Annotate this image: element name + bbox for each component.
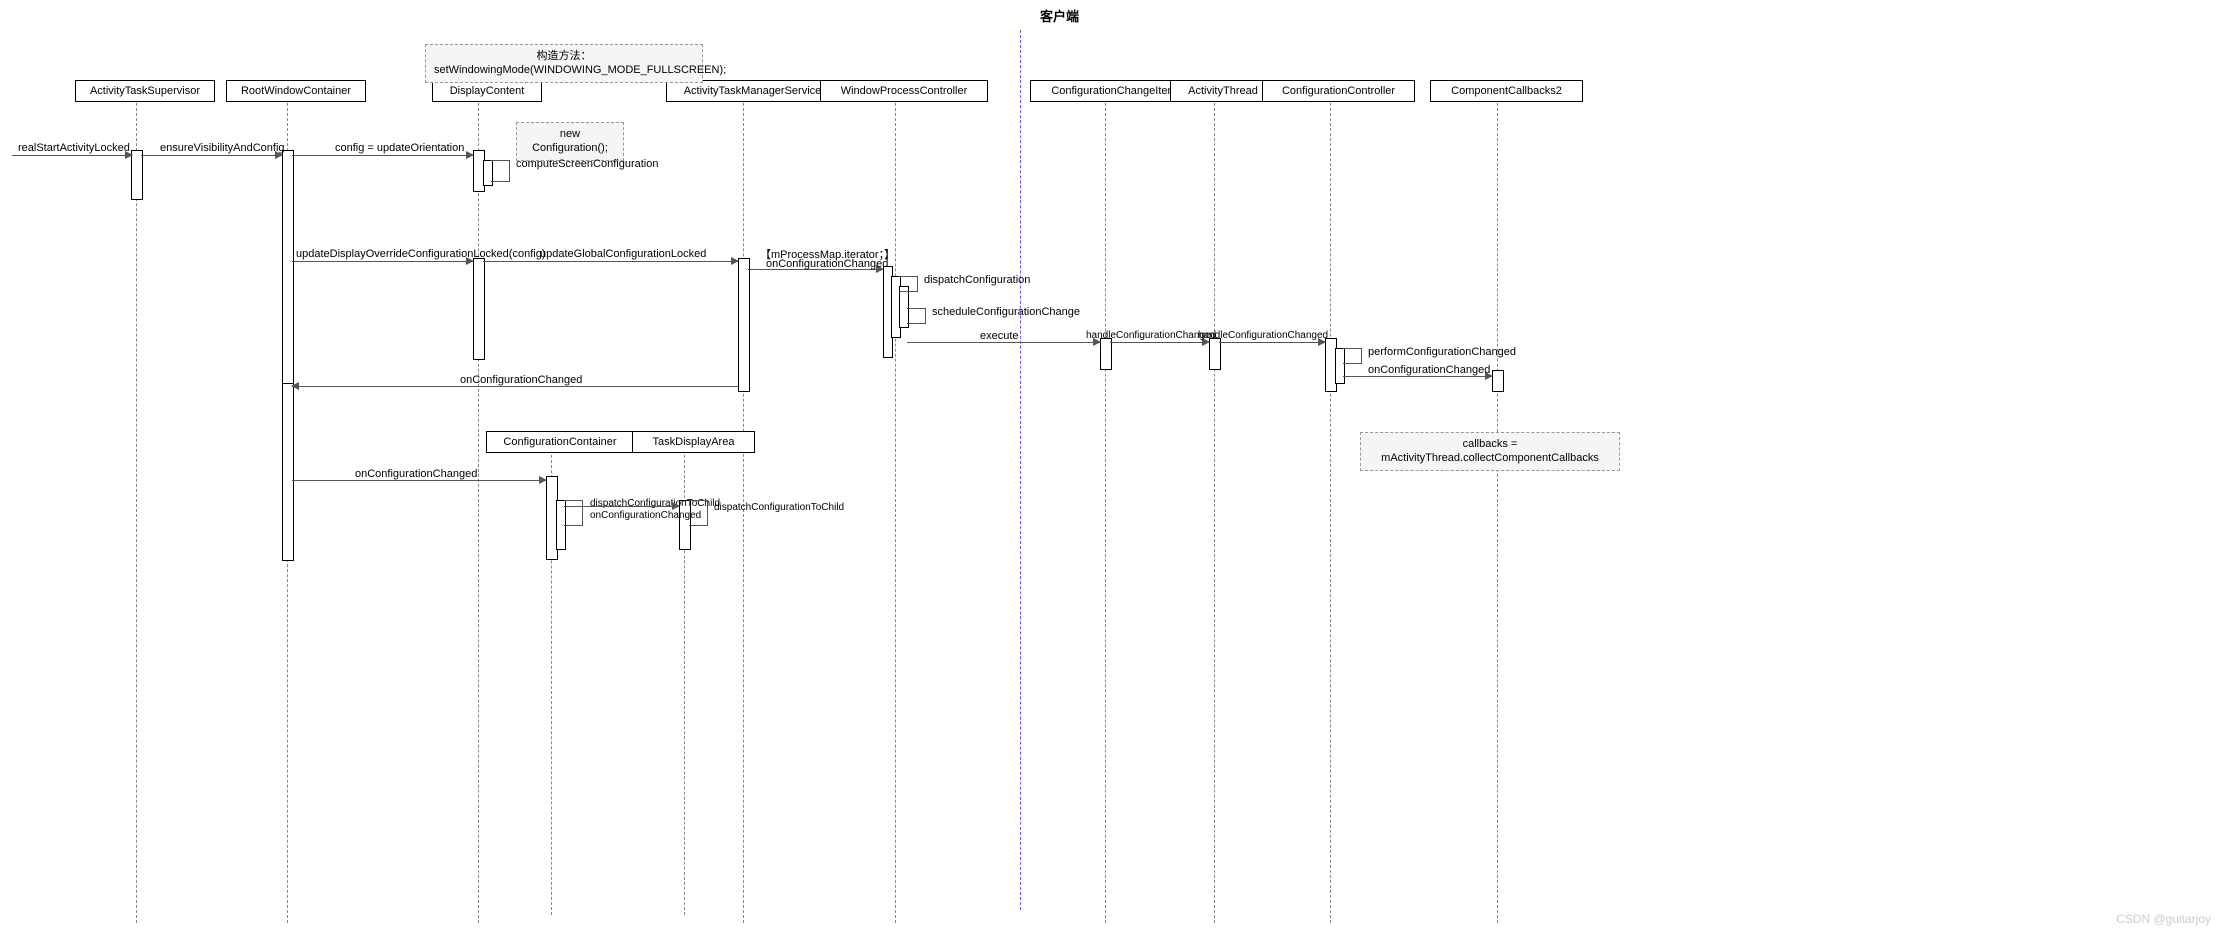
lifeline-dc: DisplayContent <box>432 80 542 102</box>
label-m12: handleConfigurationChanged <box>1198 330 1328 341</box>
label-m7b: onConfigurationChanged <box>766 258 888 270</box>
label-m9: scheduleConfigurationChange <box>932 306 1080 318</box>
note-newcfg: new Configuration(); <box>516 122 624 161</box>
lifeline-rwc: RootWindowContainer <box>226 80 366 102</box>
arrow-m15 <box>292 386 738 387</box>
arrow-m10 <box>907 342 1100 343</box>
label-m5: updateDisplayOverrideConfigurationLocked… <box>296 248 545 260</box>
lifeline-tda: TaskDisplayArea <box>632 431 755 453</box>
note-cb-l2: mActivityThread.collectComponentCallback… <box>1369 451 1611 465</box>
arrow-m5 <box>292 261 473 262</box>
lifeline-stem-at <box>1214 103 1215 923</box>
label-m18: onConfigurationChanged <box>590 510 701 521</box>
note-ctor-l1: 构造方法： <box>434 49 694 63</box>
arrow-m2 <box>141 155 282 156</box>
label-m2: ensureVisibilityAndConfig <box>160 142 285 154</box>
lifeline-stem-cc <box>1330 103 1331 923</box>
lifeline-cfgc: ConfigurationContainer <box>486 431 634 453</box>
arrow-m8 <box>899 276 918 292</box>
lifeline-cc: ConfigurationController <box>1262 80 1415 102</box>
lifeline-atms: ActivityTaskManagerService <box>666 80 839 102</box>
lifeline-stem-cb2 <box>1497 103 1498 923</box>
lifeline-stem-ats <box>136 103 137 923</box>
label-m11: handleConfigurationChanged <box>1086 330 1216 341</box>
act-cb2 <box>1492 370 1504 392</box>
arrow-m3 <box>292 155 473 156</box>
arrow-m19 <box>689 500 708 526</box>
watermark: CSDN @guitarjoy <box>2116 912 2211 926</box>
arrow-m17 <box>564 500 583 526</box>
arrow-m13 <box>1343 348 1362 364</box>
label-m1: realStartActivityLocked <box>18 142 130 154</box>
client-section-label: 客户端 <box>1040 6 1079 25</box>
label-m3: config = updateOrientation <box>335 142 464 154</box>
arrow-m19-line <box>564 506 679 507</box>
arrow-m12 <box>1219 342 1325 343</box>
lifeline-wpc: WindowProcessController <box>820 80 988 102</box>
lifeline-stem-cci <box>1105 103 1106 923</box>
lifeline-stem-wpc <box>895 103 896 923</box>
act-rwc-1 <box>282 150 294 412</box>
note-newcfg-l2: Configuration(); <box>525 141 615 155</box>
label-m10: execute <box>980 330 1019 342</box>
act-dc-2 <box>473 258 485 360</box>
note-callbacks: callbacks = mActivityThread.collectCompo… <box>1360 432 1620 471</box>
note-cb-l1: callbacks = <box>1369 437 1611 451</box>
arrow-m14 <box>1343 376 1492 377</box>
label-m8: dispatchConfiguration <box>924 274 1030 286</box>
lifeline-stem-dc <box>478 103 479 923</box>
arrow-m4 <box>491 160 510 182</box>
note-ctor: 构造方法： setWindowingMode(WINDOWING_MODE_FU… <box>425 44 703 83</box>
label-m4: computeScreenConfiguration <box>516 158 658 170</box>
arrow-m1 <box>12 155 132 156</box>
label-m13: performConfigurationChanged <box>1368 346 1516 358</box>
arrow-m9 <box>907 308 926 324</box>
lifeline-cb2: ComponentCallbacks2 <box>1430 80 1583 102</box>
lifeline-stem-atms <box>743 103 744 923</box>
arrow-m11 <box>1110 342 1209 343</box>
label-m15: onConfigurationChanged <box>460 374 582 386</box>
arrow-m6 <box>483 261 738 262</box>
client-boundary <box>1020 30 1021 910</box>
act-rwc-2 <box>282 383 294 561</box>
sequence-diagram: 客户端 ActivityTaskSupervisor RootWindowCon… <box>0 0 2223 934</box>
act-atms <box>738 258 750 392</box>
note-ctor-l2: setWindowingMode(WINDOWING_MODE_FULLSCRE… <box>434 63 694 77</box>
label-m16: onConfigurationChanged <box>355 468 477 480</box>
lifeline-ats: ActivityTaskSupervisor <box>75 80 215 102</box>
arrow-m16 <box>292 480 546 481</box>
label-m6: updateGlobalConfigurationLocked <box>540 248 706 260</box>
note-newcfg-l1: new <box>525 127 615 141</box>
label-m14: onConfigurationChanged <box>1368 364 1490 376</box>
lifeline-at: ActivityThread <box>1170 80 1276 102</box>
label-m19: dispatchConfigurationToChild <box>714 502 844 513</box>
